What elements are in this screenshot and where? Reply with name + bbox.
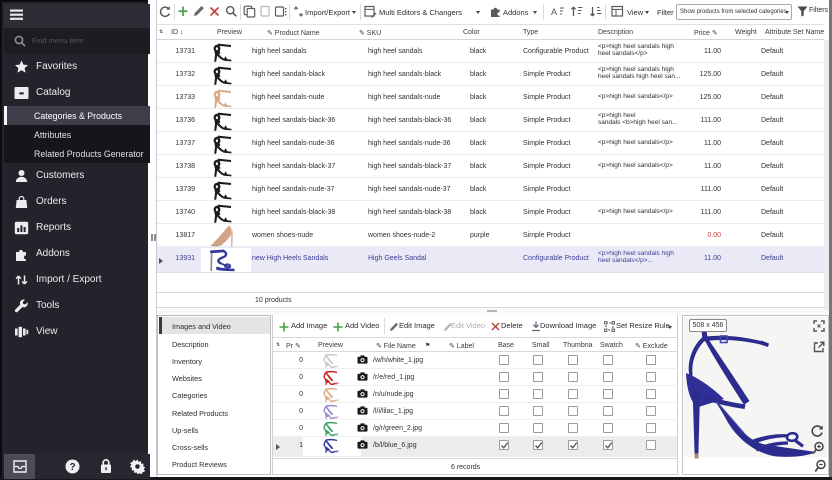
svg-text:A: A xyxy=(551,7,557,17)
svg-text:?: ? xyxy=(69,462,75,473)
